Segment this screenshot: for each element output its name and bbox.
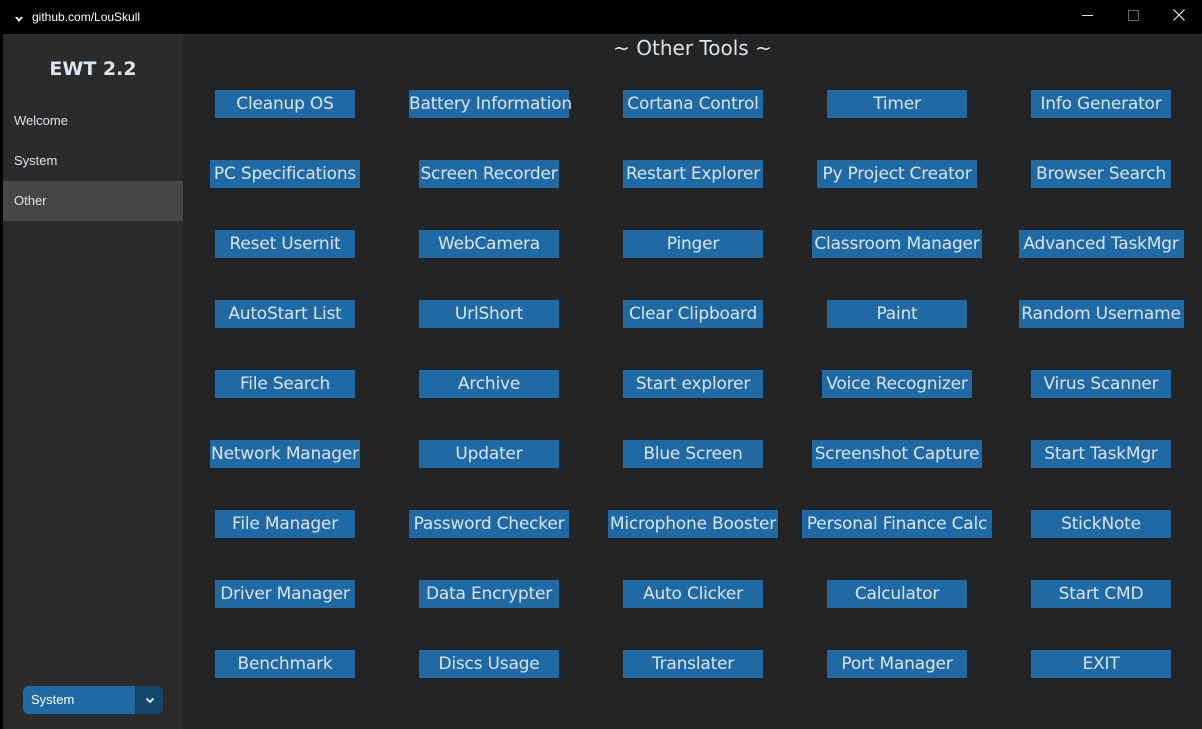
password-checker-button[interactable]: Password Checker bbox=[409, 510, 569, 538]
chevron-down-icon bbox=[145, 691, 155, 709]
minimize-icon bbox=[1081, 8, 1093, 26]
battery-information-button[interactable]: Battery Information bbox=[409, 90, 572, 118]
clear-clipboard-button[interactable]: Clear Clipboard bbox=[623, 300, 763, 328]
autostart-list-button[interactable]: AutoStart List bbox=[215, 300, 355, 328]
advanced-taskmgr-button[interactable]: Advanced TaskMgr bbox=[1018, 230, 1184, 258]
personal-finance-calc-button[interactable]: Personal Finance Calc bbox=[802, 510, 992, 538]
info-generator-button[interactable]: Info Generator bbox=[1031, 90, 1171, 118]
screenshot-capture-button[interactable]: Screenshot Capture bbox=[812, 440, 982, 468]
voice-recognizer-button[interactable]: Voice Recognizer bbox=[822, 370, 972, 398]
close-icon bbox=[1173, 8, 1185, 26]
app-window: EWT 2.2 Welcome System Other System ~ Ot… bbox=[3, 34, 1202, 729]
archive-button[interactable]: Archive bbox=[419, 370, 559, 398]
start-cmd-button[interactable]: Start CMD bbox=[1031, 580, 1171, 608]
port-manager-button[interactable]: Port Manager bbox=[827, 650, 967, 678]
auto-clicker-button[interactable]: Auto Clicker bbox=[623, 580, 763, 608]
microphone-booster-button[interactable]: Microphone Booster bbox=[608, 510, 778, 538]
driver-manager-button[interactable]: Driver Manager bbox=[215, 580, 355, 608]
discs-usage-button[interactable]: Discs Usage bbox=[419, 650, 559, 678]
file-manager-button[interactable]: File Manager bbox=[215, 510, 355, 538]
timer-button[interactable]: Timer bbox=[827, 90, 967, 118]
cortana-control-button[interactable]: Cortana Control bbox=[623, 90, 763, 118]
start-explorer-button[interactable]: Start explorer bbox=[623, 370, 763, 398]
updater-button[interactable]: Updater bbox=[419, 440, 559, 468]
sidebar: EWT 2.2 Welcome System Other System bbox=[3, 34, 183, 729]
exit-button[interactable]: EXIT bbox=[1031, 650, 1171, 678]
sidebar-item-other[interactable]: Other bbox=[3, 181, 183, 221]
webcamera-button[interactable]: WebCamera bbox=[419, 230, 559, 258]
classroom-manager-button[interactable]: Classroom Manager bbox=[812, 230, 982, 258]
data-encrypter-button[interactable]: Data Encrypter bbox=[419, 580, 559, 608]
network-manager-button[interactable]: Network Manager bbox=[210, 440, 360, 468]
sidebar-item-system[interactable]: System bbox=[3, 141, 183, 181]
translater-button[interactable]: Translater bbox=[623, 650, 763, 678]
minimize-button[interactable] bbox=[1064, 0, 1110, 34]
appearance-mode-value: System bbox=[31, 692, 75, 707]
maximize-button[interactable] bbox=[1110, 0, 1156, 34]
app-title: EWT 2.2 bbox=[49, 58, 137, 80]
page-title: ~ Other Tools ~ bbox=[613, 36, 772, 60]
maximize-icon bbox=[1127, 8, 1139, 26]
close-button[interactable] bbox=[1156, 0, 1202, 34]
reset-usernit-button[interactable]: Reset Usernit bbox=[215, 230, 355, 258]
virus-scanner-button[interactable]: Virus Scanner bbox=[1031, 370, 1171, 398]
py-project-creator-button[interactable]: Py Project Creator bbox=[817, 160, 977, 188]
pinger-button[interactable]: Pinger bbox=[623, 230, 763, 258]
appearance-mode-select[interactable]: System bbox=[23, 686, 163, 714]
benchmark-button[interactable]: Benchmark bbox=[215, 650, 355, 678]
start-taskmgr-button[interactable]: Start TaskMgr bbox=[1031, 440, 1171, 468]
paint-button[interactable]: Paint bbox=[827, 300, 967, 328]
blue-screen-button[interactable]: Blue Screen bbox=[623, 440, 763, 468]
urlshort-button[interactable]: UrlShort bbox=[419, 300, 559, 328]
file-search-button[interactable]: File Search bbox=[215, 370, 355, 398]
calculator-button[interactable]: Calculator bbox=[827, 580, 967, 608]
restart-explorer-button[interactable]: Restart Explorer bbox=[623, 160, 763, 188]
window-title: github.com/LouSkull bbox=[32, 10, 141, 24]
pc-specifications-button[interactable]: PC Specifications bbox=[210, 160, 360, 188]
sticknote-button[interactable]: StickNote bbox=[1031, 510, 1171, 538]
title-bar: github.com/LouSkull bbox=[0, 0, 1202, 34]
browser-search-button[interactable]: Browser Search bbox=[1031, 160, 1171, 188]
sidebar-item-welcome[interactable]: Welcome bbox=[3, 101, 183, 141]
app-icon bbox=[14, 11, 24, 22]
dropdown-button[interactable] bbox=[135, 686, 163, 714]
screen-recorder-button[interactable]: Screen Recorder bbox=[419, 160, 559, 188]
random-username-button[interactable]: Random Username bbox=[1018, 300, 1184, 328]
cleanup-os-button[interactable]: Cleanup OS bbox=[215, 90, 355, 118]
